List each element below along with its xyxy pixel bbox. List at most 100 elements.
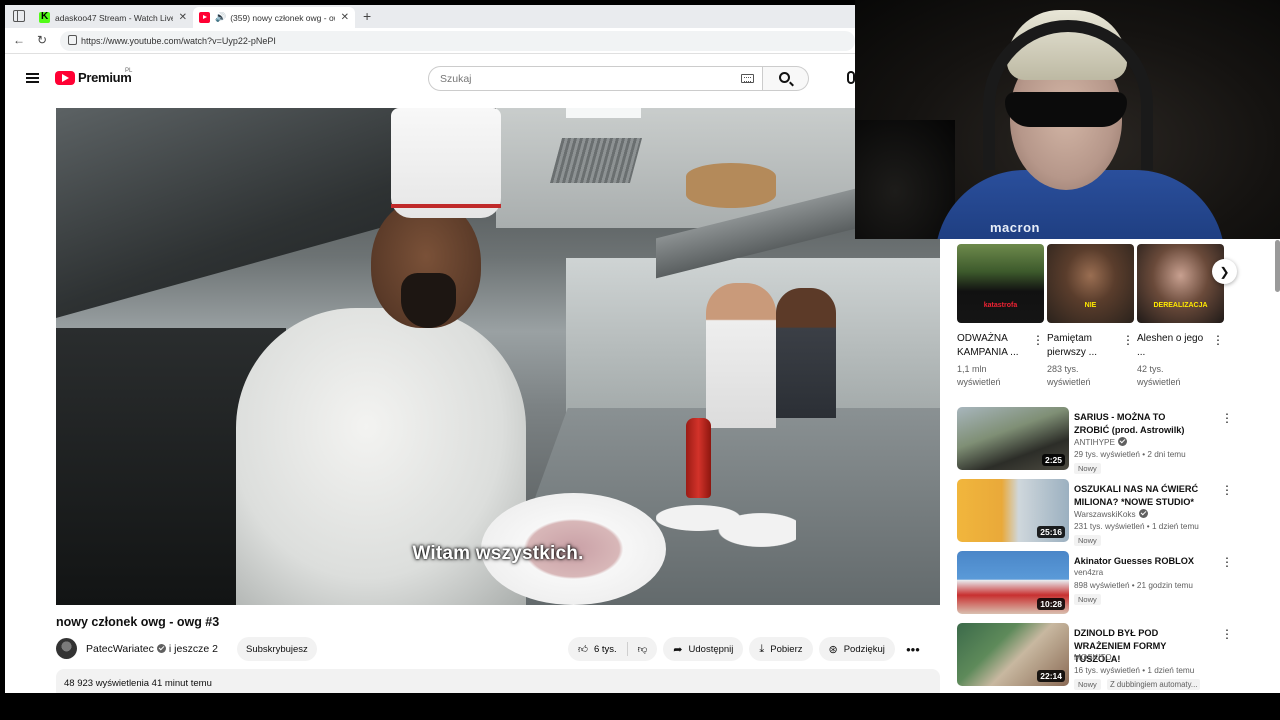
- share-button[interactable]: ➦ Udostępnij: [663, 637, 744, 661]
- thumbnail-overlay-text: DEREALIZACJA: [1153, 302, 1208, 309]
- short-item[interactable]: NIE Pamiętam pierwszy ... 283 tys. wyświ…: [1047, 244, 1134, 389]
- download-label: Pobierz: [770, 643, 803, 655]
- site-info-icon[interactable]: [68, 35, 77, 45]
- sauce-bottle: [686, 418, 711, 498]
- youtube-brand[interactable]: Premium: [78, 70, 132, 85]
- more-vert-icon[interactable]: ⋮: [1212, 333, 1224, 347]
- new-badge: Nowy: [1074, 594, 1101, 605]
- recommendation-item[interactable]: 25:16 OSZUKALI NAS NA ĆWIERĆ MILIONA? *N…: [957, 479, 1237, 546]
- more-vert-icon[interactable]: ⋮: [1122, 333, 1134, 347]
- thumbs-up-icon: 👍︎: [578, 644, 588, 655]
- youtube-icon: [199, 12, 210, 23]
- thumbnail-overlay-text: katastrofa: [983, 302, 1018, 309]
- rec-channel[interactable]: ANTIHYPE: [1074, 437, 1130, 447]
- short-thumbnail[interactable]: katastrofa: [957, 244, 1044, 323]
- bamboo-steamer: [686, 163, 776, 208]
- more-vert-icon[interactable]: ⋮: [1221, 627, 1233, 641]
- new-badge: Nowy: [1074, 535, 1101, 546]
- page-scrollbar[interactable]: [1275, 240, 1280, 292]
- short-title[interactable]: Aleshen o jego ...: [1137, 332, 1209, 360]
- country-code: PL: [125, 68, 133, 74]
- short-item[interactable]: katastrofa ODWAŻNA KAMPANIA ... 1,1 mln …: [957, 244, 1044, 389]
- dislike-button[interactable]: 👎︎: [628, 637, 658, 661]
- rec-channel-name[interactable]: ANTIHYPE: [1074, 438, 1115, 447]
- search-input[interactable]: Szukaj: [428, 66, 763, 91]
- sunglasses: [1005, 92, 1127, 127]
- shorts-shelf: katastrofa ODWAŻNA KAMPANIA ... 1,1 mln …: [957, 244, 1227, 394]
- tab-title: (359) nowy członek owg - ow: [230, 12, 335, 23]
- rec-title[interactable]: OSZUKALI NAS NA ĆWIERĆ MILIONA? *NOWE ST…: [1074, 483, 1199, 509]
- background-person: [776, 288, 836, 418]
- short-title[interactable]: ODWAŻNA KAMPANIA ...: [957, 332, 1029, 360]
- url-field[interactable]: https://www.youtube.com/watch?v=Uyp22-pN…: [60, 31, 855, 51]
- bowls: [656, 488, 796, 548]
- duration-badge: 25:16: [1037, 526, 1065, 538]
- video-thumbnail[interactable]: 10:28: [957, 551, 1069, 614]
- webcam-background: [855, 120, 955, 239]
- webcam-overlay: macron: [855, 0, 1280, 239]
- subscribe-button[interactable]: Subskrybujesz: [237, 637, 317, 661]
- tab-title: adaskoo47 Stream - Watch Live o: [55, 12, 173, 23]
- close-icon[interactable]: ✕: [179, 12, 187, 23]
- video-player[interactable]: Witam wszystkich.: [56, 108, 940, 605]
- search-button[interactable]: [763, 66, 809, 91]
- description-meta: 48 923 wyświetlenia 41 minut temu: [64, 678, 212, 689]
- description-box[interactable]: 48 923 wyświetlenia 41 minut temu: [56, 669, 940, 693]
- more-vert-icon[interactable]: ⋮: [1221, 411, 1233, 425]
- recommendation-item[interactable]: 10:28 Akinator Guesses ROBLOX ven4zra 89…: [957, 551, 1237, 616]
- recommendation-item[interactable]: 22:14 DZINOLD BYŁ POD WRAŻENIEM FORMY TU…: [957, 623, 1237, 690]
- channel-name[interactable]: PatecWariatec: [86, 643, 154, 655]
- short-thumbnail[interactable]: DEREALIZACJA: [1137, 244, 1224, 323]
- video-thumbnail[interactable]: 25:16: [957, 479, 1069, 542]
- more-actions-icon[interactable]: •••: [901, 637, 925, 661]
- new-tab-icon[interactable]: +: [363, 8, 371, 24]
- coauthors[interactable]: i jeszcze 2: [169, 643, 218, 655]
- rec-title[interactable]: SARIUS - MOŻNA TO ZROBIĆ (prod. Astrowil…: [1074, 411, 1199, 437]
- channel-avatar[interactable]: [56, 638, 77, 659]
- keyboard-icon[interactable]: [741, 74, 754, 83]
- download-button[interactable]: ⤓ Pobierz: [749, 637, 813, 661]
- background-cook: [706, 283, 776, 428]
- more-vert-icon[interactable]: ⋮: [1032, 333, 1044, 347]
- duration-badge: 10:28: [1037, 598, 1065, 610]
- speaker-icon[interactable]: 🔊: [215, 12, 226, 23]
- video-thumbnail[interactable]: 22:14: [957, 623, 1069, 686]
- search-placeholder: Szukaj: [440, 73, 472, 85]
- back-icon[interactable]: ←: [13, 33, 25, 47]
- rec-title[interactable]: Akinator Guesses ROBLOX: [1074, 555, 1199, 568]
- recommendation-item[interactable]: 2:25 SARIUS - MOŻNA TO ZROBIĆ (prod. Ast…: [957, 407, 1237, 474]
- microphone-icon[interactable]: [847, 71, 855, 84]
- more-vert-icon[interactable]: ⋮: [1221, 483, 1233, 497]
- dubbing-badge: Z dubbingiem automaty...: [1107, 679, 1201, 690]
- tab-kick-stream[interactable]: adaskoo47 Stream - Watch Live o ✕: [33, 7, 193, 28]
- duration-badge: 22:14: [1037, 670, 1065, 682]
- youtube-logo-icon[interactable]: [55, 71, 75, 85]
- rec-channel-name[interactable]: WarszawskiKoks: [1074, 510, 1136, 519]
- menu-icon[interactable]: [26, 73, 39, 83]
- address-bar: ← ↻ https://www.youtube.com/watch?v=Uyp2…: [5, 28, 855, 54]
- like-button[interactable]: 👍︎ 6 tys.: [568, 637, 627, 661]
- tab-youtube-video[interactable]: 🔊 (359) nowy członek owg - ow ✕: [193, 7, 355, 28]
- thanks-button[interactable]: ⊛ Podziękuj: [818, 637, 895, 661]
- tab-actions-icon[interactable]: [13, 10, 25, 22]
- rec-channel-name[interactable]: MOSKITO: [1074, 653, 1112, 662]
- more-vert-icon[interactable]: ⋮: [1221, 555, 1233, 569]
- rec-channel[interactable]: ven4zra: [1074, 568, 1103, 577]
- chef-beard: [401, 273, 456, 328]
- video-thumbnail[interactable]: 2:25: [957, 407, 1069, 470]
- short-title[interactable]: Pamiętam pierwszy ...: [1047, 332, 1119, 360]
- share-label: Udostępnij: [688, 643, 734, 655]
- verified-icon: [1117, 437, 1127, 446]
- rec-channel[interactable]: MOSKITO: [1074, 653, 1112, 662]
- channel-info[interactable]: PatecWariatec i jeszcze 2: [86, 643, 218, 655]
- short-thumbnail[interactable]: NIE: [1047, 244, 1134, 323]
- thumbnail-overlay-text: NIE: [1084, 302, 1097, 309]
- like-count: 6 tys.: [593, 643, 617, 655]
- rec-channel-name[interactable]: ven4zra: [1074, 568, 1103, 577]
- rec-channel[interactable]: WarszawskiKoks: [1074, 509, 1151, 519]
- close-icon[interactable]: ✕: [341, 12, 349, 23]
- short-item[interactable]: DEREALIZACJA Aleshen o jego ... 42 tys. …: [1137, 244, 1224, 389]
- short-views: 1,1 mln wyświetleń: [957, 364, 1001, 387]
- chevron-right-icon[interactable]: ❯: [1212, 259, 1237, 284]
- reload-icon[interactable]: ↻: [37, 33, 47, 47]
